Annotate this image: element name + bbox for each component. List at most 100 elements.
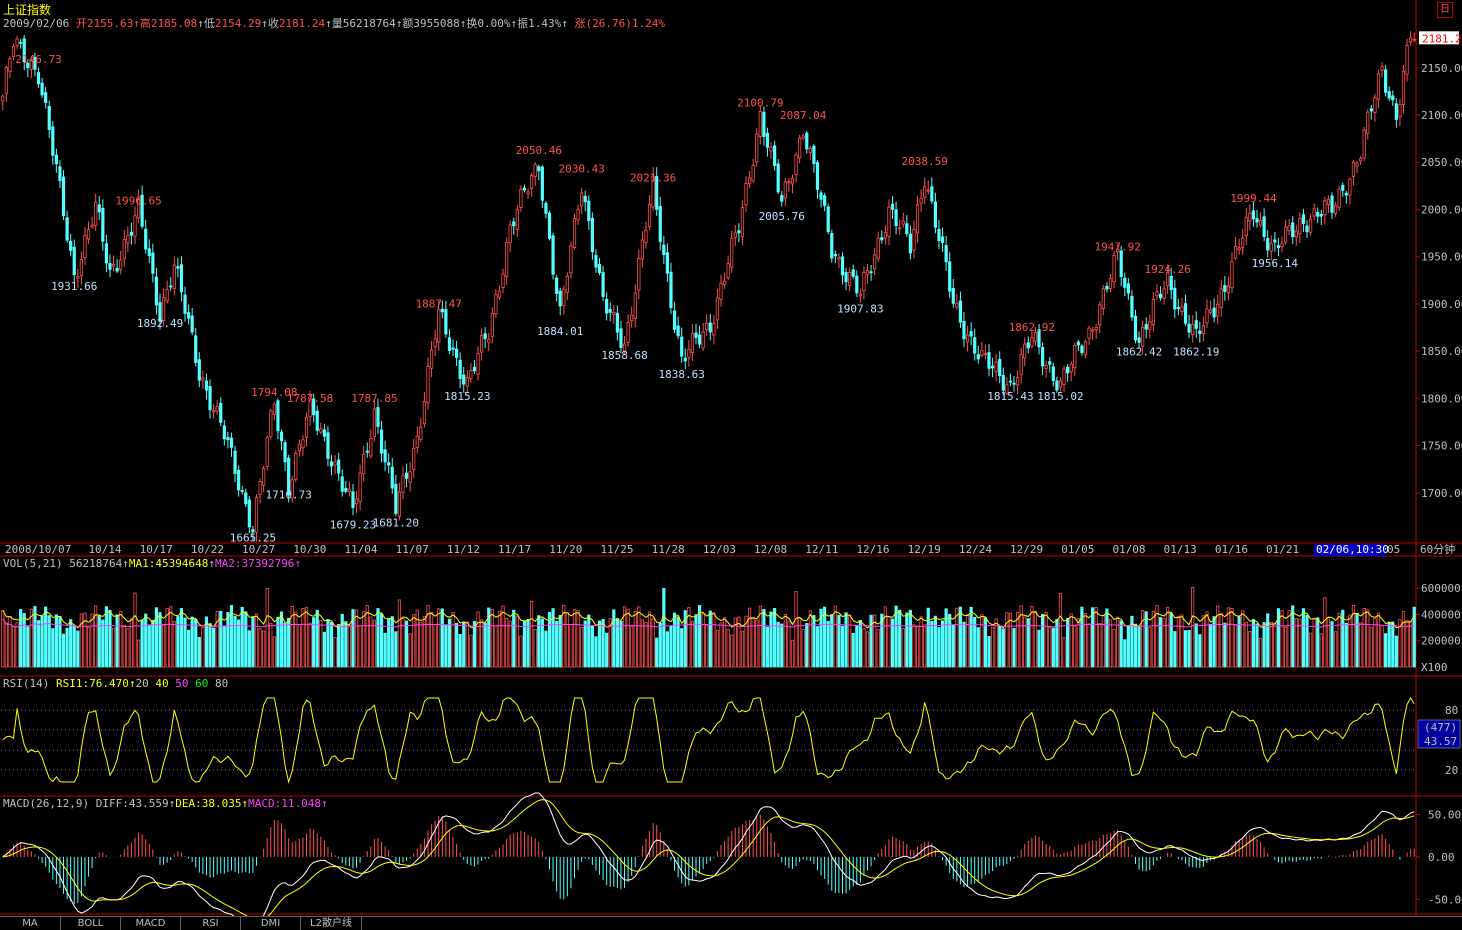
volume-bar (1044, 612, 1048, 668)
candle-body (183, 294, 187, 314)
candle-body (837, 256, 841, 260)
macd-tick-label: 0.00 (1428, 851, 1455, 864)
volume-bar (544, 630, 548, 668)
volume-bar (705, 624, 709, 668)
candle-body (883, 232, 887, 239)
candle-body (390, 466, 394, 489)
candle-body (322, 429, 326, 437)
volume-bar (76, 630, 80, 668)
volume-bar (1355, 613, 1359, 668)
candle-body (676, 325, 680, 337)
volume-bar (201, 627, 205, 668)
date-label: 12/08 (754, 543, 787, 556)
volume-bar (773, 608, 777, 668)
candle-body (626, 322, 630, 344)
volume-bar (923, 624, 927, 668)
volume-bar (319, 620, 323, 668)
candle-body (394, 483, 398, 514)
volume-bar (161, 625, 166, 668)
price-tick-label: 1750.00 (1421, 440, 1462, 453)
volume-bar (1223, 622, 1227, 668)
volume-bar (1359, 622, 1363, 668)
candle-body (154, 276, 159, 306)
volume-bar (1030, 606, 1034, 668)
candle-body (1223, 285, 1227, 292)
candle-body (72, 246, 76, 276)
candle-body (1230, 261, 1234, 289)
candle-body (122, 239, 126, 260)
macd-arrow: ↑ (320, 797, 328, 810)
candle-body (647, 203, 652, 228)
candle-body (1198, 330, 1202, 335)
price-annotation: 2050.46 (516, 144, 562, 157)
tab-rsi[interactable]: RSI (181, 917, 241, 930)
volume-bar (658, 622, 662, 668)
candle-body (472, 366, 477, 372)
candle-body (965, 334, 970, 343)
macd-value: 11.048 (281, 797, 321, 810)
price-tick-label: 1900.00 (1421, 298, 1462, 311)
volume-bar (905, 612, 909, 668)
candle-body (808, 147, 812, 154)
volume-bar (1201, 615, 1205, 668)
volume-bar (322, 631, 326, 668)
candle-body (740, 207, 745, 237)
tab-boll[interactable]: BOLL (61, 917, 121, 930)
candle-body (1, 95, 5, 102)
volume-bar (558, 615, 562, 668)
candle-body (519, 188, 523, 208)
candle-body (726, 263, 730, 279)
volume-bar (1176, 615, 1180, 668)
volume-bar (555, 621, 559, 668)
volume-bar (237, 619, 241, 668)
volume-bar (522, 620, 527, 668)
diff-label: DIFF: (95, 797, 129, 810)
candle-body (858, 293, 862, 297)
candle-body (590, 217, 594, 253)
stock-chart[interactable]: 2150.002100.002050.002000.001950.001900.… (0, 0, 1462, 916)
candle-body (104, 243, 109, 264)
volume-bar (11, 626, 16, 668)
candle-body (347, 488, 351, 492)
volume-bar (258, 628, 262, 668)
price-annotation: 1956.14 (1252, 257, 1299, 270)
candle-body (905, 223, 909, 235)
volume-bar (472, 621, 477, 668)
candle-body (65, 217, 69, 241)
volume-bar (4, 622, 8, 668)
candle-body (476, 352, 480, 375)
rsi-level-20: 20 (135, 677, 149, 690)
volume-bar (908, 609, 912, 668)
candle-body (898, 227, 902, 230)
vol-unit-label: X100 (1421, 661, 1448, 674)
candle-body (422, 401, 427, 425)
candle-body (1069, 363, 1073, 373)
date-label: 01/08 (1112, 543, 1145, 556)
candle-body (172, 264, 176, 289)
candle-body (722, 280, 727, 285)
tab-dmi[interactable]: DMI (241, 917, 301, 930)
volume-bar (1187, 629, 1191, 668)
candle-body (79, 259, 83, 276)
candle-body (1312, 208, 1316, 217)
volume-bar (444, 624, 448, 668)
candle-body (1401, 70, 1406, 105)
candle-body (1194, 320, 1198, 329)
price-annotation: 1924.26 (1144, 263, 1190, 276)
candle-body (8, 58, 12, 72)
volume-bar (179, 608, 184, 668)
volume-bar (169, 606, 173, 668)
volume-bar (1023, 616, 1027, 668)
candle-body (186, 312, 191, 319)
volume-bar (276, 616, 280, 668)
volume-bar (22, 613, 26, 668)
tab-macd[interactable]: MACD (121, 917, 181, 930)
tab-l2-retail-line[interactable]: L2散户线 (301, 917, 362, 930)
rsi-level-80: 80 (214, 677, 229, 690)
candle-body (365, 450, 369, 453)
candle-body (773, 145, 777, 166)
candle-body (615, 312, 619, 333)
tab-ma[interactable]: MA (0, 917, 61, 930)
volume-bar (208, 623, 212, 668)
candle-body (1148, 321, 1152, 330)
